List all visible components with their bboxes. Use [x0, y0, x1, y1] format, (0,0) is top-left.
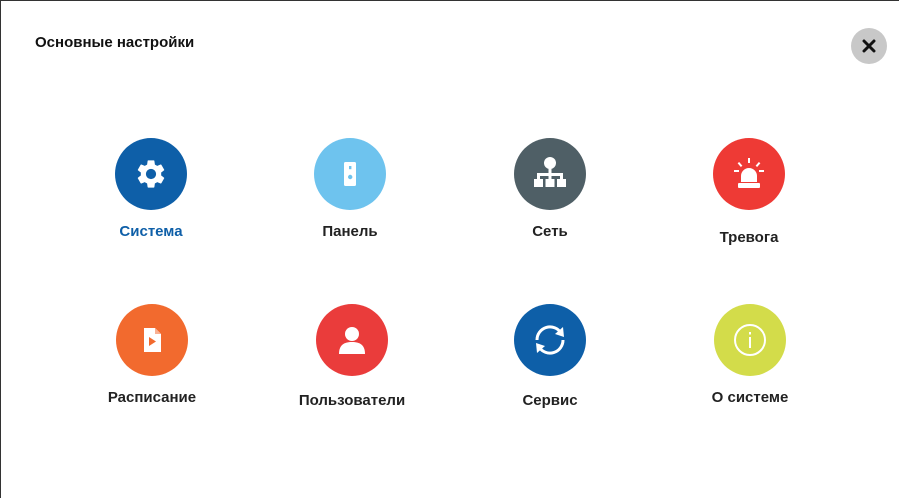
- service-icon-circle: [514, 304, 586, 376]
- close-icon: [862, 39, 876, 53]
- menu-item-label: Сеть: [532, 223, 568, 240]
- page-title: Основные настройки: [35, 34, 195, 51]
- network-icon-circle: [514, 138, 586, 210]
- menu-item-label: Система: [119, 223, 183, 240]
- menu-item-label: Сервис: [522, 392, 578, 409]
- menu-item-label: Пользователи: [298, 392, 406, 409]
- gear-icon: [137, 160, 165, 188]
- menu-item-label: Панель: [322, 223, 378, 240]
- alarm-icon-circle: [713, 138, 785, 210]
- menu-item-network[interactable]: Сеть: [460, 138, 640, 240]
- schedule-icon-circle: [116, 304, 188, 376]
- settings-dialog: Основные настройки Система Панель Сеть Т…: [0, 0, 899, 498]
- users-icon-circle: [316, 304, 388, 376]
- alarm-siren-icon: [734, 158, 764, 188]
- menu-item-label: Тревога: [719, 229, 779, 246]
- menu-item-users[interactable]: Пользователи: [262, 304, 442, 409]
- menu-item-label: Расписание: [107, 389, 197, 406]
- info-icon: [734, 324, 766, 356]
- menu-item-about[interactable]: О системе: [660, 304, 840, 406]
- menu-item-alarm[interactable]: Тревога: [659, 138, 839, 246]
- system-icon-circle: [115, 138, 187, 210]
- menu-item-service[interactable]: Сервис: [460, 304, 640, 409]
- door-panel-icon: [344, 162, 356, 186]
- close-button[interactable]: [851, 28, 887, 64]
- schedule-play-icon: [144, 328, 161, 352]
- user-icon: [339, 327, 365, 354]
- menu-item-system[interactable]: Система: [61, 138, 241, 240]
- menu-item-schedule[interactable]: Расписание: [62, 304, 242, 406]
- refresh-icon: [535, 325, 565, 355]
- menu-item-label: О системе: [711, 389, 789, 406]
- panel-icon-circle: [314, 138, 386, 210]
- about-icon-circle: [714, 304, 786, 376]
- network-icon: [534, 157, 566, 187]
- menu-item-panel[interactable]: Панель: [260, 138, 440, 240]
